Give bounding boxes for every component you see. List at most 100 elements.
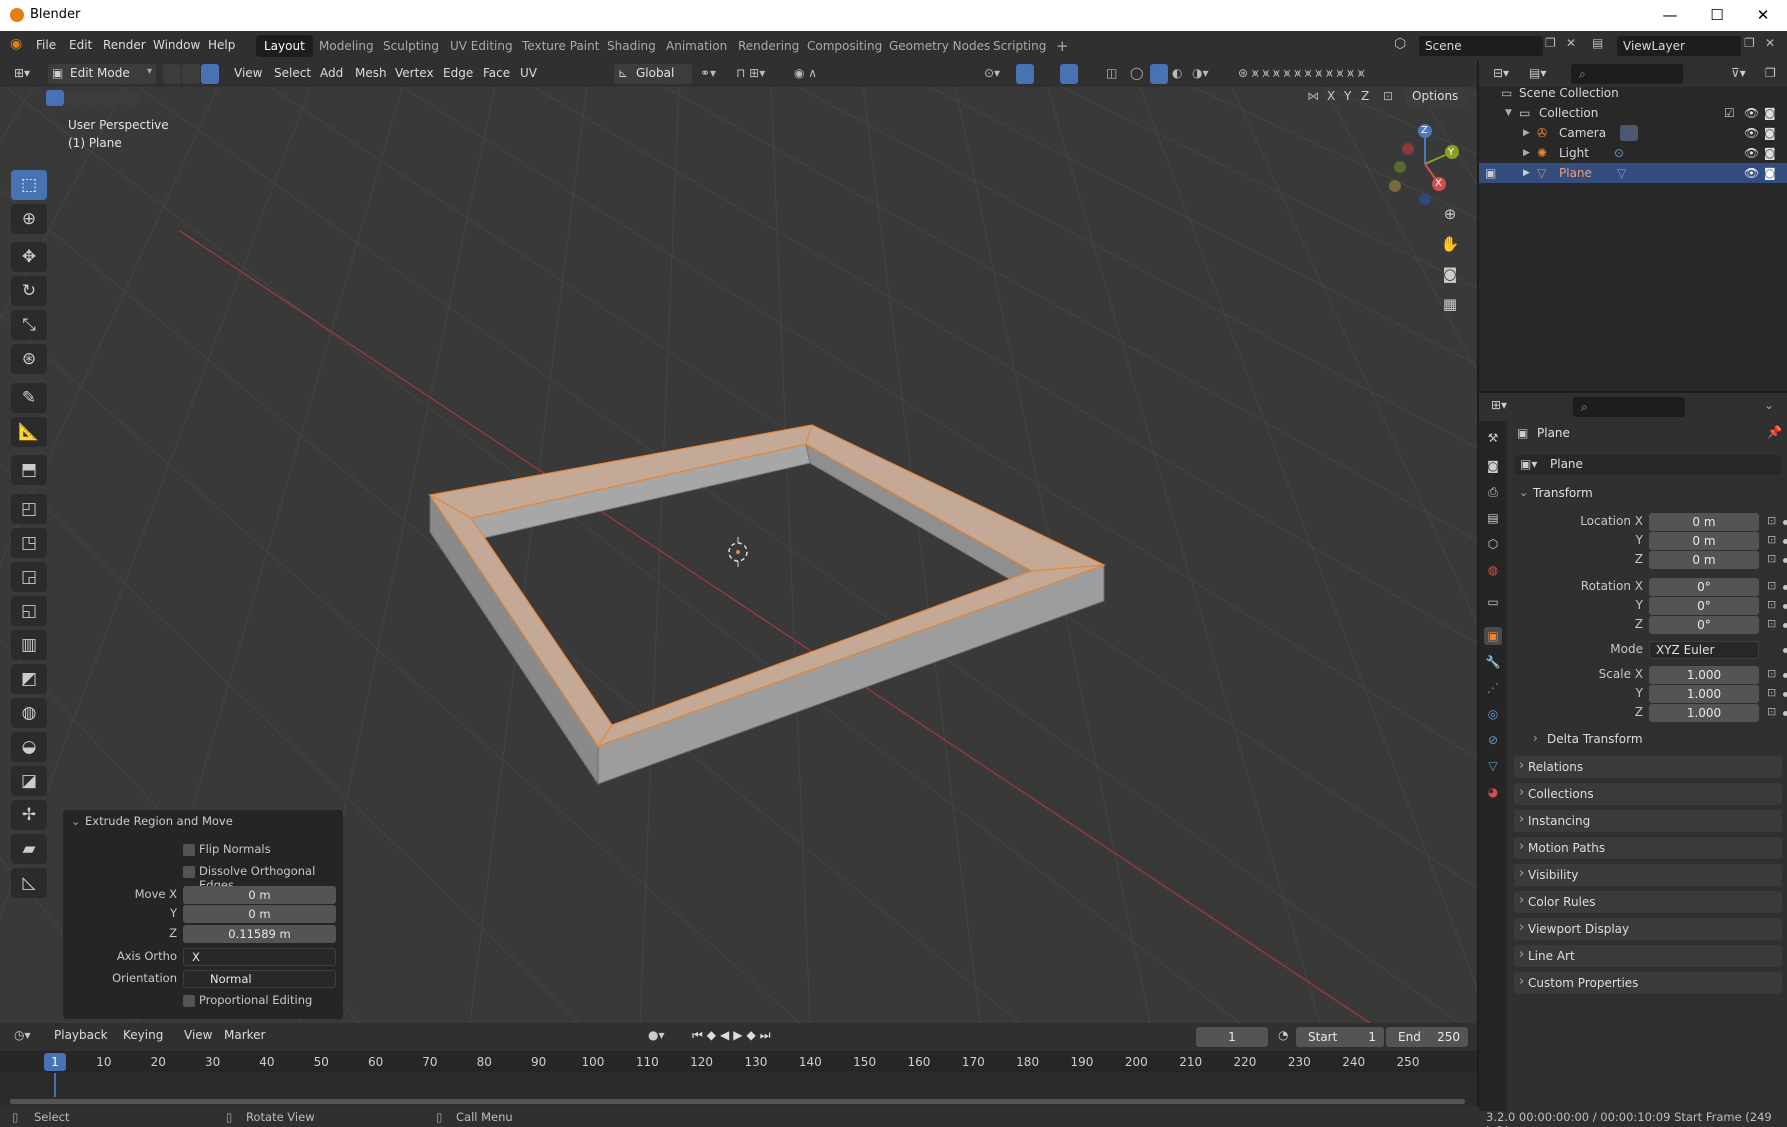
- vertex-select-button[interactable]: [163, 64, 181, 84]
- add-workspace-button[interactable]: +: [1048, 35, 1077, 57]
- new-viewlayer-icon[interactable]: ❐: [1744, 36, 1755, 50]
- collection-visibility-eye-icon[interactable]: 👁: [1744, 103, 1759, 123]
- remove-scene-icon[interactable]: ✕: [1566, 36, 1576, 50]
- keyframe-dot-icon[interactable]: [1783, 558, 1787, 563]
- camera-data-icon[interactable]: [1620, 125, 1638, 141]
- visibility-panel[interactable]: Visibility: [1514, 863, 1782, 886]
- blender-menu-icon[interactable]: ◉: [10, 36, 22, 52]
- move-x-field[interactable]: 0 m: [183, 886, 336, 904]
- plane-visibility-eye-icon[interactable]: 👁: [1744, 163, 1759, 183]
- custom-properties-panel[interactable]: Custom Properties: [1514, 971, 1782, 994]
- delta-expand-chevron-icon[interactable]: ›: [1533, 731, 1538, 745]
- properties-search-input[interactable]: ⌕: [1573, 397, 1685, 417]
- material-tab-icon[interactable]: ◕: [1484, 783, 1502, 801]
- tool-tab-icon[interactable]: ⚒: [1484, 429, 1502, 447]
- rotation-x-field[interactable]: 0°: [1649, 578, 1759, 596]
- outliner-row-light[interactable]: ▶ ✺ Light ⊙ 👁 ◙: [1479, 143, 1787, 163]
- new-scene-icon[interactable]: ❐: [1545, 36, 1556, 50]
- keyframe-dot-icon[interactable]: [1783, 711, 1787, 716]
- menu-playback[interactable]: Playback: [54, 1028, 108, 1042]
- collection-tab-icon[interactable]: ▭: [1484, 593, 1502, 611]
- menu-edge[interactable]: Edge: [443, 66, 473, 80]
- tab-texture-paint[interactable]: Texture Paint: [514, 35, 607, 57]
- keyframe-dot-icon[interactable]: [1783, 692, 1787, 697]
- line-art-panel[interactable]: Line Art: [1514, 944, 1782, 967]
- rendered-shading-icon[interactable]: ◑▾: [1192, 66, 1209, 80]
- lock-icon[interactable]: ⊡: [1767, 579, 1776, 592]
- mode-selector[interactable]: ▣ Edit Mode ▾: [48, 64, 156, 84]
- object-datablock-field[interactable]: ▣▾ Plane: [1514, 455, 1782, 475]
- location-x-field[interactable]: 0 m: [1649, 513, 1759, 531]
- lock-icon[interactable]: ⊡: [1767, 552, 1776, 565]
- current-frame-field[interactable]: 1: [1196, 1027, 1268, 1047]
- mirror-x-button[interactable]: X: [1327, 89, 1335, 103]
- rotation-y-field[interactable]: 0°: [1649, 597, 1759, 615]
- keyframe-dot-icon[interactable]: [1783, 604, 1787, 609]
- plane-data-icon[interactable]: ▽: [1617, 163, 1626, 183]
- filter-icon[interactable]: ⊽▾: [1731, 66, 1746, 80]
- menu-timeline-view[interactable]: View: [184, 1028, 212, 1042]
- menu-file[interactable]: File: [36, 38, 56, 52]
- extend-selection-mode-button[interactable]: [65, 90, 83, 106]
- bevel-tool-icon[interactable]: ◲: [11, 562, 47, 592]
- scene-tab-icon[interactable]: ⬡: [1484, 535, 1502, 553]
- collapse-chevron-icon[interactable]: ⌄: [71, 815, 80, 828]
- menu-select[interactable]: Select: [274, 66, 311, 80]
- shear-tool-icon[interactable]: ▰: [11, 834, 47, 864]
- outliner-row-scene-collection[interactable]: ▭ Scene Collection: [1479, 83, 1787, 103]
- menu-mesh[interactable]: Mesh: [355, 66, 387, 80]
- menu-add[interactable]: Add: [320, 66, 343, 80]
- keyframe-dot-icon[interactable]: [1783, 585, 1787, 590]
- plane-render-camera-icon[interactable]: ◙: [1764, 163, 1776, 183]
- light-render-camera-icon[interactable]: ◙: [1764, 143, 1776, 163]
- timeline-editor[interactable]: ◷▾ Playback Keying View Marker ●▾ ⏮◆◀▶◆⏭…: [0, 1023, 1477, 1107]
- measure-tool-icon[interactable]: 📐: [11, 417, 47, 447]
- move-y-field[interactable]: 0 m: [183, 905, 336, 923]
- overlay-toggle-icon[interactable]: [1060, 64, 1078, 84]
- tab-scripting[interactable]: Scripting: [985, 35, 1054, 57]
- select-box-tool-icon[interactable]: ⬚: [11, 170, 47, 200]
- render-tab-icon[interactable]: ◙: [1484, 457, 1502, 475]
- move-z-field[interactable]: 0.11589 m: [183, 925, 336, 943]
- rotation-z-field[interactable]: 0°: [1649, 616, 1759, 634]
- intersect-selection-mode-button[interactable]: [122, 90, 140, 106]
- view-layer-tab-icon[interactable]: ▤: [1484, 509, 1502, 527]
- edge-slide-tool-icon[interactable]: ◪: [11, 766, 47, 796]
- tab-uv-editing[interactable]: UV Editing: [442, 35, 521, 57]
- light-visibility-eye-icon[interactable]: 👁: [1744, 143, 1759, 163]
- keyframe-dot-icon[interactable]: [1783, 520, 1787, 525]
- camera-visibility-eye-icon[interactable]: 👁: [1744, 123, 1759, 143]
- wireframe-shading-icon[interactable]: ◯: [1130, 66, 1143, 80]
- properties-editor-type-icon[interactable]: ⊞▾: [1491, 398, 1507, 412]
- keyframe-dot-icon[interactable]: [1783, 539, 1787, 544]
- lock-icon[interactable]: ⊡: [1767, 667, 1776, 680]
- preview-range-icon[interactable]: ◔: [1278, 1028, 1288, 1042]
- knife-tool-icon[interactable]: ▥: [11, 630, 47, 660]
- scene-name-field[interactable]: Scene: [1419, 36, 1543, 56]
- menu-face[interactable]: Face: [483, 66, 510, 80]
- lock-icon[interactable]: ⊡: [1767, 617, 1776, 630]
- material-shading-icon[interactable]: ◐: [1172, 66, 1182, 80]
- viewlayer-icon[interactable]: ▤: [1592, 36, 1603, 50]
- extrude-region-tool-icon[interactable]: ◰: [11, 494, 47, 524]
- add-cube-tool-icon[interactable]: ⬒: [11, 455, 47, 485]
- mesh-edit-overlays-icon[interactable]: ⊛ ⩙ ⩙ ⩙ ⩙ ⩙ ⩙ ⩙ ⩙ ⩙ ⩙ ⩙: [1238, 66, 1364, 81]
- pin-icon[interactable]: 📌: [1767, 425, 1782, 439]
- operator-title[interactable]: Extrude Region and Move: [85, 814, 233, 828]
- physics-tab-icon[interactable]: ◎: [1484, 705, 1502, 723]
- inset-faces-tool-icon[interactable]: ◳: [11, 528, 47, 558]
- record-keyframe-icon[interactable]: ●▾: [648, 1028, 665, 1042]
- transform-panel-title[interactable]: Transform: [1533, 486, 1593, 500]
- lock-icon[interactable]: ⊡: [1767, 533, 1776, 546]
- expand-plane-icon[interactable]: ▶: [1523, 163, 1530, 183]
- motion-paths-panel[interactable]: Motion Paths: [1514, 836, 1782, 859]
- menu-keying[interactable]: Keying: [123, 1028, 163, 1042]
- mirror-icon[interactable]: ⋈: [1307, 89, 1319, 103]
- scale-z-field[interactable]: 1.000: [1649, 704, 1759, 722]
- tab-shading[interactable]: Shading: [599, 35, 664, 57]
- menu-window[interactable]: Window: [153, 38, 200, 52]
- maximize-button[interactable]: ☐: [1697, 4, 1737, 26]
- menu-marker[interactable]: Marker: [224, 1028, 265, 1042]
- camera-view-icon[interactable]: ◙: [1436, 261, 1464, 287]
- plane-mesh[interactable]: [428, 424, 1107, 786]
